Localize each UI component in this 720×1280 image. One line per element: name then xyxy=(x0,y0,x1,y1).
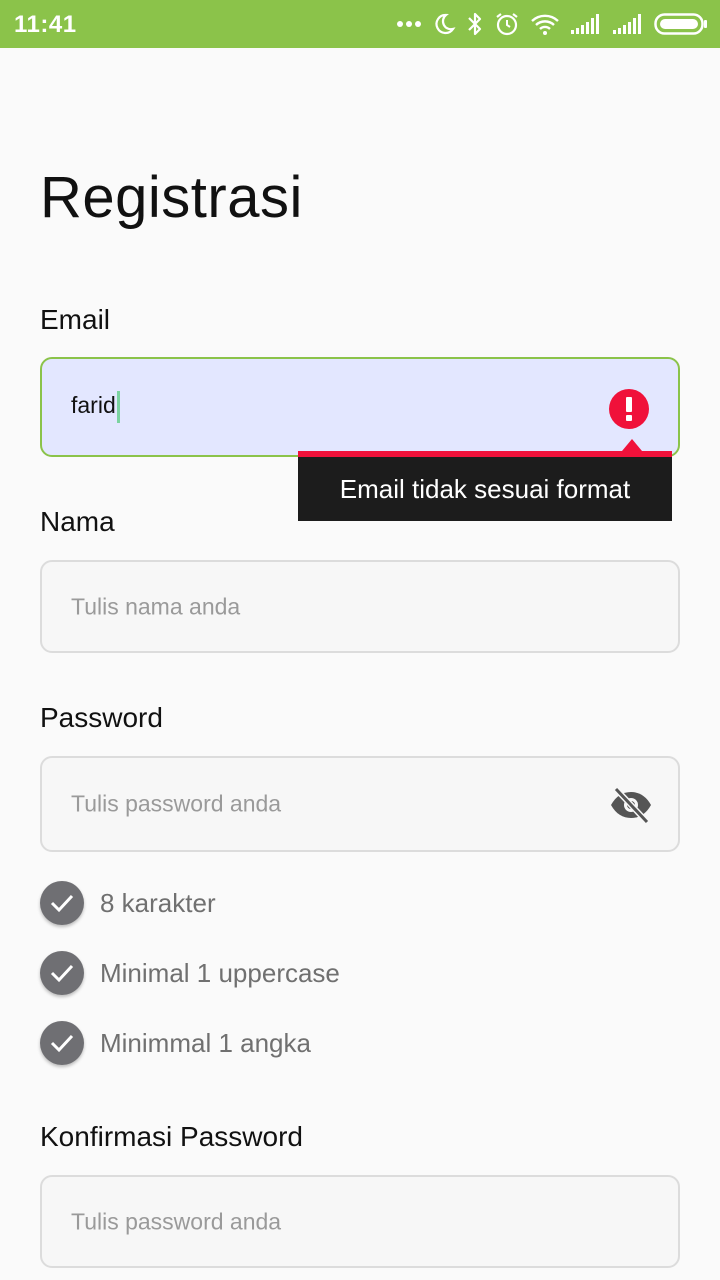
requirement-row: 8 karakter xyxy=(40,880,216,926)
requirement-text: 8 karakter xyxy=(100,887,216,918)
password-label: Password xyxy=(40,702,163,733)
check-icon xyxy=(40,881,84,925)
error-tooltip-text: Email tidak sesuai format xyxy=(339,473,631,504)
error-tooltip: Email tidak sesuai format xyxy=(298,451,672,521)
email-label: Email xyxy=(40,304,111,335)
bluetooth-icon xyxy=(466,11,484,37)
more-icon xyxy=(396,20,422,28)
requirement-text: Minimal 1 uppercase xyxy=(100,957,340,988)
page-title: Registrasi xyxy=(40,165,303,230)
wifi-icon xyxy=(530,12,560,36)
konfirmasi-label: Konfirmasi Password xyxy=(40,1121,303,1152)
requirement-row: Minimmal 1 angka xyxy=(40,1020,311,1066)
konfirmasi-password-field[interactable] xyxy=(40,1175,680,1268)
status-time: 11:41 xyxy=(14,11,77,38)
battery-icon xyxy=(654,12,708,36)
signal-icon-2 xyxy=(612,13,644,35)
text-cursor xyxy=(116,391,120,423)
requirement-row: Minimal 1 uppercase xyxy=(40,950,340,996)
alarm-icon xyxy=(494,11,520,37)
requirement-text: Minimmal 1 angka xyxy=(100,1027,311,1058)
eye-off-icon[interactable] xyxy=(608,782,654,828)
check-icon xyxy=(40,1021,84,1065)
nama-input[interactable] xyxy=(71,593,591,620)
status-bar: 11:41 xyxy=(0,0,720,48)
tooltip-arrow xyxy=(622,439,642,451)
password-field[interactable] xyxy=(40,756,680,852)
moon-icon xyxy=(432,12,456,36)
email-value: farid xyxy=(71,392,116,419)
status-icons xyxy=(396,8,708,40)
email-field[interactable]: farid xyxy=(40,357,680,457)
nama-label: Nama xyxy=(40,506,115,537)
konfirmasi-password-input[interactable] xyxy=(71,1208,591,1235)
error-icon[interactable] xyxy=(609,389,649,429)
email-input[interactable]: farid xyxy=(71,391,591,423)
nama-field[interactable] xyxy=(40,560,680,653)
password-input[interactable] xyxy=(71,790,591,818)
check-icon xyxy=(40,951,84,995)
signal-icon xyxy=(570,13,602,35)
